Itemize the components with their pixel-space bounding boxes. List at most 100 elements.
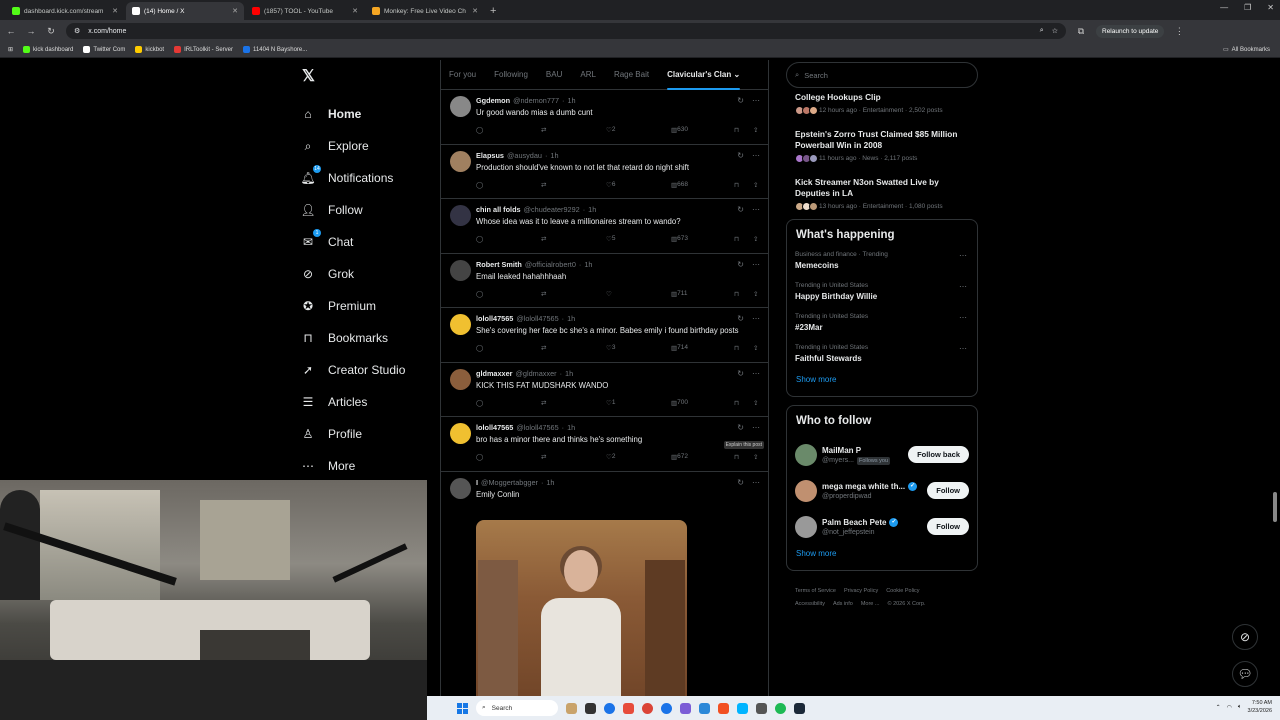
bookmark-icon[interactable]: ⊓ bbox=[734, 235, 739, 243]
steam-icon[interactable] bbox=[794, 702, 805, 714]
windows-start-icon[interactable] bbox=[457, 702, 468, 714]
nav-creator-studio[interactable]: ➚ Creator Studio bbox=[296, 354, 436, 386]
reply-icon[interactable]: ◯ bbox=[476, 344, 483, 352]
views-button[interactable]: ▥ 711 bbox=[671, 290, 688, 298]
taskbar-app-icon[interactable] bbox=[756, 702, 767, 714]
bookmark-icon[interactable]: ⊓ bbox=[734, 126, 739, 134]
nav-articles[interactable]: ☰ Articles bbox=[296, 386, 436, 418]
post-time[interactable]: 1h bbox=[565, 369, 573, 378]
avatar[interactable] bbox=[450, 314, 471, 335]
share-icon[interactable]: ⇪ bbox=[753, 399, 758, 407]
minimize-icon[interactable]: — bbox=[1220, 3, 1228, 12]
post[interactable]: Ggdemon @ndemon777 · 1h Ur good wando mias a… bbox=[441, 90, 768, 145]
post-author-name[interactable]: lololl47565 bbox=[476, 423, 513, 432]
menu-icon[interactable]: ⋮ bbox=[1174, 26, 1184, 37]
zoom-icon[interactable]: ⌕ bbox=[1040, 27, 1044, 35]
like-button[interactable]: ♡ 6 bbox=[606, 181, 615, 189]
x-logo-icon[interactable]: 𝕏 bbox=[302, 66, 436, 86]
grok-explain-icon[interactable]: ↻ bbox=[737, 260, 744, 269]
share-icon[interactable]: ⇪ bbox=[753, 453, 758, 461]
clock[interactable]: 7:50 AM 3/23/2026 bbox=[1248, 699, 1272, 715]
like-button[interactable]: ♡ bbox=[606, 290, 612, 298]
browser-tab-x[interactable]: (14) Home / X ✕ bbox=[126, 2, 244, 20]
grok-explain-icon[interactable]: ↻ bbox=[737, 314, 744, 323]
reply-icon[interactable]: ◯ bbox=[476, 290, 483, 298]
post-time[interactable]: 1h bbox=[567, 423, 575, 432]
repost-icon[interactable]: ⇄ bbox=[541, 181, 546, 189]
post-author-name[interactable]: I bbox=[476, 478, 478, 487]
close-icon[interactable]: ✕ bbox=[112, 7, 118, 15]
like-button[interactable]: ♡ 1 bbox=[606, 399, 615, 407]
volume-icon[interactable]: 🔈︎ bbox=[1238, 704, 1242, 711]
news-item[interactable]: Kick Streamer N3on Swatted Live by Deput… bbox=[795, 177, 969, 211]
post[interactable]: lololl47565 @lololl47565 · 1h She's covering… bbox=[441, 308, 768, 363]
share-icon[interactable]: ⇪ bbox=[753, 235, 758, 243]
follow-back-button[interactable]: Follow back bbox=[908, 446, 969, 463]
scrollbar[interactable] bbox=[1272, 62, 1278, 698]
avatar[interactable] bbox=[450, 477, 471, 499]
more-icon[interactable]: ⋯ bbox=[959, 282, 967, 291]
apps-icon[interactable]: ⊞ bbox=[8, 46, 13, 53]
relaunch-button[interactable]: Relaunch to update bbox=[1096, 24, 1165, 38]
like-button[interactable]: ♡ 2 bbox=[606, 126, 615, 134]
grok-explain-icon[interactable]: ↻ bbox=[737, 151, 744, 160]
grok-explain-icon[interactable]: ↻ bbox=[737, 478, 744, 487]
maximize-icon[interactable]: ❐ bbox=[1244, 3, 1251, 12]
taskbar-app-icon[interactable] bbox=[680, 702, 691, 714]
nav-more[interactable]: ⋯ More bbox=[296, 450, 436, 482]
post-time[interactable]: 1h bbox=[584, 260, 592, 269]
more-icon[interactable]: ⋯ bbox=[752, 151, 760, 160]
share-icon[interactable]: ⇪ bbox=[753, 181, 758, 189]
scrollbar-thumb[interactable] bbox=[1273, 492, 1277, 522]
post-time[interactable]: 1h bbox=[588, 205, 596, 214]
post-author-handle[interactable]: @gldmaxxer bbox=[516, 369, 557, 378]
tab-rage-bait[interactable]: Rage Bait bbox=[614, 60, 649, 90]
views-button[interactable]: ▥ 668 bbox=[671, 181, 688, 189]
taskbar-app-icon[interactable] bbox=[623, 702, 634, 714]
reply-icon[interactable]: ◯ bbox=[476, 126, 483, 134]
share-icon[interactable]: ⇪ bbox=[753, 290, 758, 298]
follow-suggestion[interactable]: Palm Beach Pete ✓ @not_jeffepstein Follow bbox=[795, 509, 969, 545]
close-window-icon[interactable]: ✕ bbox=[1267, 3, 1274, 12]
views-button[interactable]: ▥ 673 bbox=[671, 235, 688, 243]
forward-icon[interactable]: → bbox=[26, 26, 36, 36]
extensions-icon[interactable]: ⧉ bbox=[1076, 26, 1086, 37]
trend-item[interactable]: Trending in United States Faithful Stewar… bbox=[795, 344, 969, 363]
taskbar-search[interactable]: ⌕ Search bbox=[476, 700, 558, 716]
bookmark-icon[interactable]: ⊓ bbox=[734, 453, 739, 461]
grok-fab[interactable]: ⊘ bbox=[1232, 624, 1258, 650]
nav-profile[interactable]: ♙ Profile bbox=[296, 418, 436, 450]
chevron-up-icon[interactable]: ⌃ bbox=[1216, 704, 1221, 711]
like-button[interactable]: ♡ 5 bbox=[606, 235, 615, 243]
footer-link[interactable]: More ... bbox=[861, 601, 880, 607]
post[interactable]: gldmaxxer @gldmaxxer · 1h KICK THIS FAT MUDS… bbox=[441, 363, 768, 417]
browser-tab-youtube[interactable]: (1857) TOOL - YouTube ✕ bbox=[246, 2, 364, 20]
trend-item[interactable]: Trending in United States #23Mar ⋯ bbox=[795, 313, 969, 332]
repost-icon[interactable]: ⇄ bbox=[541, 344, 546, 352]
reply-icon[interactable]: ◯ bbox=[476, 181, 483, 189]
all-bookmarks-button[interactable]: ▭ All Bookmarks bbox=[1223, 46, 1270, 54]
spotify-icon[interactable] bbox=[775, 702, 786, 714]
like-button[interactable]: ♡ 2 bbox=[606, 453, 615, 461]
post-author-name[interactable]: lololl47565 bbox=[476, 314, 513, 323]
share-icon[interactable]: ⇪ bbox=[753, 126, 758, 134]
tab-bau[interactable]: BAU bbox=[546, 60, 562, 90]
post-author-handle[interactable]: @chudeater9292 bbox=[524, 205, 580, 214]
close-icon[interactable]: ✕ bbox=[352, 7, 358, 15]
taskbar-app-icon[interactable] bbox=[718, 702, 729, 714]
post-time[interactable]: 1h bbox=[567, 96, 575, 105]
trend-item[interactable]: Trending in United States Happy Birthday … bbox=[795, 282, 969, 301]
post-author-name[interactable]: Robert Smith bbox=[476, 260, 522, 269]
more-icon[interactable]: ⋯ bbox=[752, 260, 760, 269]
nav-home[interactable]: ⌂ Home bbox=[296, 98, 436, 130]
avatar[interactable] bbox=[450, 423, 471, 444]
views-button[interactable]: ▥ 630 bbox=[671, 126, 688, 134]
views-button[interactable]: ▥ 672 bbox=[671, 453, 688, 461]
tab-arl[interactable]: ARL bbox=[580, 60, 596, 90]
post-author-name[interactable]: gldmaxxer bbox=[476, 369, 513, 378]
avatar[interactable] bbox=[450, 259, 471, 281]
post-author-handle[interactable]: @officialrobert0 bbox=[525, 260, 576, 269]
nav-bookmarks[interactable]: ⊓ Bookmarks bbox=[296, 322, 436, 354]
search-input[interactable]: ⌕ Search bbox=[786, 62, 978, 88]
post-author-handle[interactable]: @lololl47565 bbox=[516, 423, 558, 432]
